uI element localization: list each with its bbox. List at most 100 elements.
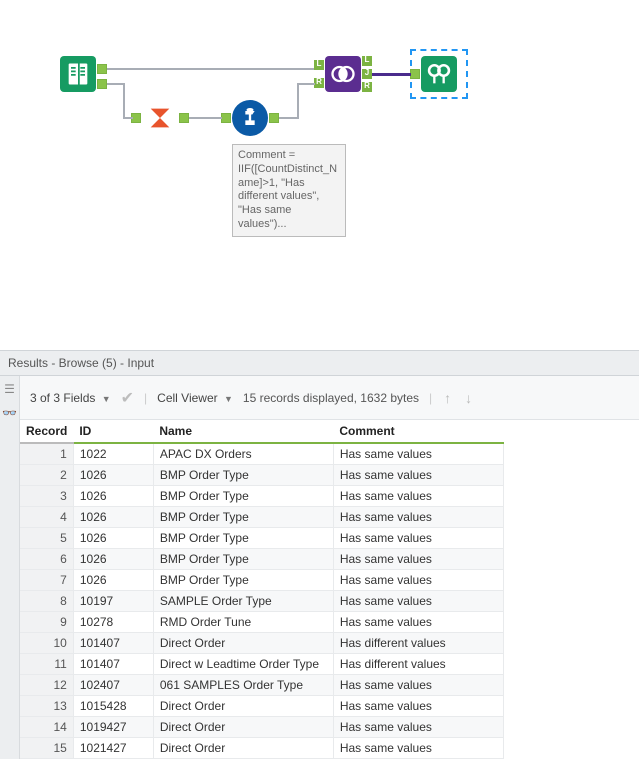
table-row[interactable]: 31026BMP Order TypeHas same values (20, 486, 503, 507)
layout-icon[interactable]: ☰ (4, 382, 15, 396)
cell-id: 1022 (73, 443, 153, 465)
table-row[interactable]: 131015428Direct OrderHas same values (20, 696, 503, 717)
cell-id: 1026 (73, 570, 153, 591)
results-toolbar: 3 of 3 Fields ▼ ✔ | Cell Viewer ▼ 15 rec… (20, 376, 639, 420)
tool-annotation[interactable]: Comment = IIF([CountDistinct_Name]>1, "H… (232, 144, 346, 237)
arrow-up-icon[interactable]: ↑ (442, 390, 453, 406)
join-anchor-label-r: R (315, 77, 323, 86)
cell-record: 1 (20, 443, 73, 465)
anchor[interactable] (269, 113, 279, 123)
connection[interactable] (297, 83, 315, 85)
col-comment[interactable]: Comment (333, 420, 503, 443)
cell-comment: Has same values (333, 675, 503, 696)
cell-id: 10197 (73, 591, 153, 612)
cell-name: BMP Order Type (153, 507, 333, 528)
table-row[interactable]: 61026BMP Order TypeHas same values (20, 549, 503, 570)
cell-name: Direct Order (153, 738, 333, 759)
connection[interactable] (123, 83, 125, 118)
cell-comment: Has different values (333, 654, 503, 675)
join-anchor-label-ro: R (363, 81, 371, 90)
cell-record: 6 (20, 549, 73, 570)
anchor[interactable] (97, 79, 107, 89)
separator: | (429, 391, 432, 405)
cell-name: RMD Order Tune (153, 612, 333, 633)
table-row[interactable]: 810197SAMPLE Order TypeHas same values (20, 591, 503, 612)
cell-record: 9 (20, 612, 73, 633)
connection[interactable] (372, 73, 411, 76)
cell-comment: Has same values (333, 591, 503, 612)
anchor[interactable] (221, 113, 231, 123)
cell-comment: Has same values (333, 612, 503, 633)
cell-name: Direct Order (153, 633, 333, 654)
cell-name: BMP Order Type (153, 465, 333, 486)
cell-record: 4 (20, 507, 73, 528)
cell-name: BMP Order Type (153, 486, 333, 507)
table-row[interactable]: 51026BMP Order TypeHas same values (20, 528, 503, 549)
table-row[interactable]: 141019427Direct OrderHas same values (20, 717, 503, 738)
cell-record: 11 (20, 654, 73, 675)
cell-viewer-dropdown[interactable]: Cell Viewer ▼ (157, 391, 233, 405)
join-anchor-label-lo: L (363, 55, 371, 64)
cell-name: SAMPLE Order Type (153, 591, 333, 612)
records-summary: 15 records displayed, 1632 bytes (243, 391, 419, 405)
cell-id: 1026 (73, 528, 153, 549)
anchor[interactable] (410, 69, 420, 79)
col-id[interactable]: ID (73, 420, 153, 443)
cell-name: BMP Order Type (153, 549, 333, 570)
cell-comment: Has same values (333, 696, 503, 717)
cell-record: 13 (20, 696, 73, 717)
cell-comment: Has same values (333, 570, 503, 591)
cell-record: 8 (20, 591, 73, 612)
check-icon[interactable]: ✔ (121, 388, 134, 408)
formula-tool[interactable] (232, 100, 268, 136)
table-row[interactable]: 21026BMP Order TypeHas same values (20, 465, 503, 486)
table-row[interactable]: 41026BMP Order TypeHas same values (20, 507, 503, 528)
connection[interactable] (107, 68, 314, 70)
table-row[interactable]: 10101407Direct OrderHas different values (20, 633, 503, 654)
fields-dropdown[interactable]: 3 of 3 Fields ▼ (30, 391, 111, 405)
anchor[interactable] (179, 113, 189, 123)
cell-record: 7 (20, 570, 73, 591)
table-row[interactable]: 910278RMD Order TuneHas same values (20, 612, 503, 633)
table-row[interactable]: 151021427Direct OrderHas same values (20, 738, 503, 759)
browse-tool[interactable] (421, 56, 457, 92)
cell-id: 1026 (73, 486, 153, 507)
cell-record: 5 (20, 528, 73, 549)
cell-comment: Has same values (333, 507, 503, 528)
cell-comment: Has same values (333, 486, 503, 507)
connection[interactable] (189, 117, 222, 119)
results-grid[interactable]: Record ID Name Comment 11022APAC DX Orde… (20, 420, 504, 759)
input-tool[interactable] (60, 56, 96, 92)
col-record[interactable]: Record (20, 420, 73, 443)
table-row[interactable]: 11022APAC DX OrdersHas same values (20, 443, 503, 465)
cell-comment: Has same values (333, 549, 503, 570)
col-name[interactable]: Name (153, 420, 333, 443)
connection[interactable] (123, 117, 133, 119)
summarize-tool[interactable] (142, 100, 178, 136)
anchor[interactable] (97, 64, 107, 74)
cell-record: 10 (20, 633, 73, 654)
cell-name: Direct Order (153, 717, 333, 738)
table-row[interactable]: 12102407061 SAMPLES Order TypeHas same v… (20, 675, 503, 696)
cell-record: 2 (20, 465, 73, 486)
workflow-canvas[interactable]: L R L J R Comment = IIF([CountDistinct_N… (0, 0, 639, 350)
cell-id: 101407 (73, 633, 153, 654)
cell-id: 1015428 (73, 696, 153, 717)
cell-comment: Has same values (333, 465, 503, 486)
cell-record: 3 (20, 486, 73, 507)
join-tool[interactable] (325, 56, 361, 92)
separator: | (144, 391, 147, 405)
connection[interactable] (297, 83, 299, 119)
arrow-down-icon[interactable]: ↓ (463, 390, 474, 406)
chevron-down-icon: ▼ (224, 394, 233, 404)
cell-id: 1026 (73, 465, 153, 486)
fields-summary-text: 3 of 3 Fields (30, 391, 95, 405)
cell-comment: Has same values (333, 443, 503, 465)
connection[interactable] (279, 117, 299, 119)
join-anchor-label-j: J (363, 68, 371, 77)
table-row[interactable]: 71026BMP Order TypeHas same values (20, 570, 503, 591)
cell-record: 15 (20, 738, 73, 759)
cell-id: 10278 (73, 612, 153, 633)
binoculars-icon[interactable]: 👓 (2, 406, 17, 420)
table-row[interactable]: 11101407Direct w Leadtime Order TypeHas … (20, 654, 503, 675)
